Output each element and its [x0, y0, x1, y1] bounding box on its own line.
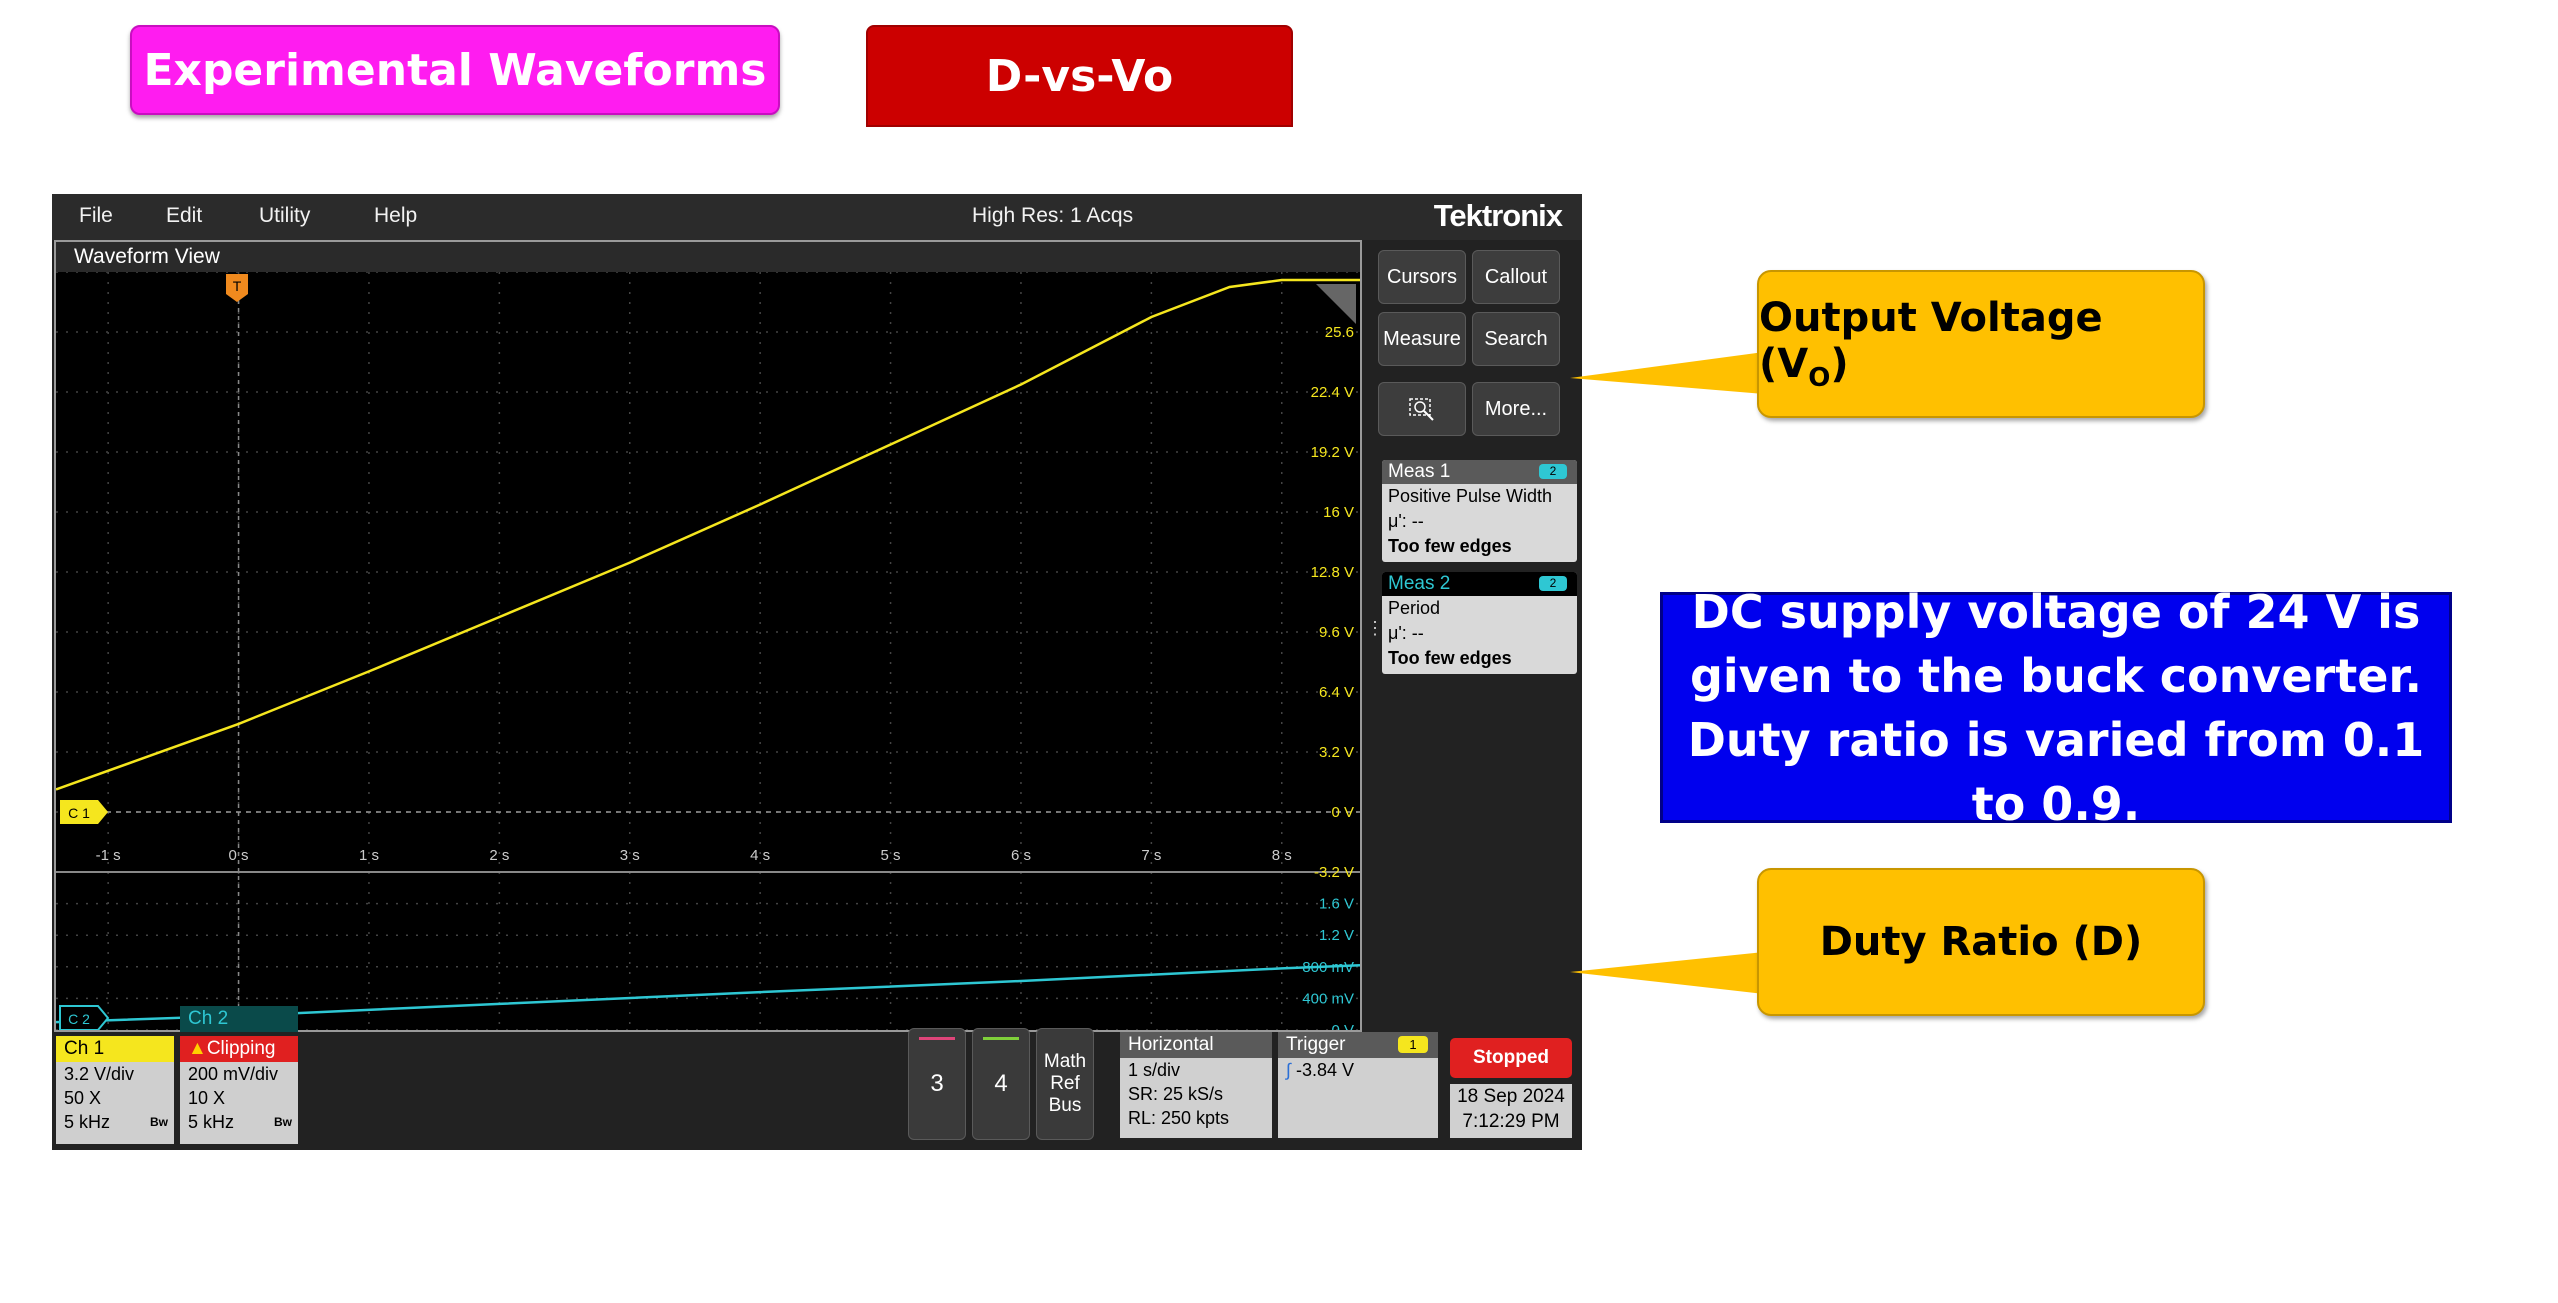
- zoom-corner-icon[interactable]: [1316, 284, 1356, 324]
- ch1-bw-limit-icon: Bw: [150, 1115, 168, 1129]
- ch2-ytick-label: 1.6 V: [1319, 896, 1354, 913]
- trigger-source-badge: 1: [1398, 1036, 1428, 1053]
- waveform-plot[interactable]: 25.6 22.4 V 19.2 V 16 V 12.8 V 9.6 V 6.4 V 3.2 …: [56, 272, 1360, 1030]
- duty-ratio-callout: Duty Ratio (D): [1757, 868, 2205, 1016]
- ch1-bandwidth: 5 kHz Bw: [64, 1112, 168, 1132]
- trigger-level: ∫ -3.84 V: [1286, 1060, 1354, 1080]
- ch2-bw-limit-icon: Bw: [274, 1115, 292, 1129]
- menu-help[interactable]: Help: [374, 204, 417, 228]
- title-banner: D-vs-Vo: [866, 25, 1293, 127]
- ch1-ytick-label: 0 V: [1331, 804, 1354, 821]
- ch2-label[interactable]: Ch 2: [180, 1006, 298, 1032]
- horizontal-scale: 1 s/div: [1128, 1060, 1181, 1080]
- ch2-probe: 10 X: [188, 1088, 226, 1108]
- ch1-ytick-label: 22.4 V: [1311, 384, 1354, 401]
- meas-2-mean: μ': --: [1388, 623, 1424, 643]
- ch1-ytick-label: 16 V: [1323, 504, 1354, 521]
- meas-2-badge[interactable]: Meas 22 Period μ': -- Too few edges: [1382, 572, 1577, 674]
- rising-edge-icon: ∫: [1286, 1060, 1291, 1080]
- experimental-waveforms-banner: Experimental Waveforms: [130, 25, 780, 115]
- record-length: RL: 250 kpts: [1128, 1108, 1230, 1128]
- supply-note: DC supply voltage of 24 V is given to th…: [1660, 585, 2452, 831]
- ch1-ytick-label: 19.2 V: [1311, 444, 1354, 461]
- ch1-ytick-label: 12.8 V: [1311, 564, 1354, 581]
- xtick-label: 0 s: [229, 847, 249, 864]
- warning-icon: ▲: [188, 1038, 207, 1059]
- meas-2-header: Meas 22: [1382, 572, 1577, 596]
- xtick-label: 5 s: [881, 847, 901, 864]
- menu-file[interactable]: File: [79, 204, 113, 228]
- graticule: [56, 272, 1360, 1030]
- ch2-ground-marker[interactable]: C 2: [59, 1005, 110, 1030]
- xtick-label: 4 s: [750, 847, 770, 864]
- trigger-badge[interactable]: Trigger 1 ∫ -3.84 V: [1278, 1032, 1438, 1138]
- ch2-clipping-warning: ▲Clipping: [180, 1036, 298, 1062]
- settings-bar: Ch 1 3.2 V/div 50 X 5 kHz Bw Ch 2 ▲Clippi…: [52, 1006, 1582, 1150]
- more-button[interactable]: More...: [1472, 382, 1560, 436]
- meas-2-status: Too few edges: [1388, 648, 1512, 668]
- oscilloscope-window: File Edit Utility Help High Res: 1 Acqs …: [52, 194, 1582, 1150]
- axis-ticks: 25.6 22.4 V 19.2 V 16 V 12.8 V 9.6 V 6.4 V 3.2 …: [96, 324, 1354, 1030]
- xtick-label: 6 s: [1011, 847, 1031, 864]
- xtick-label: 1 s: [359, 847, 379, 864]
- meas-1-badge[interactable]: Meas 12 Positive Pulse Width μ': -- Too …: [1382, 460, 1577, 562]
- ch2-scale: 200 mV/div: [188, 1064, 279, 1084]
- output-voltage-callout: Output Voltage (VO): [1757, 270, 2205, 418]
- acquisition-mode: High Res: 1 Acqs: [972, 204, 1134, 227]
- callout-button[interactable]: Callout: [1472, 250, 1560, 304]
- date-time: 18 Sep 2024 7:12:29 PM: [1450, 1084, 1572, 1138]
- xtick-label: 3 s: [620, 847, 640, 864]
- run-stop-status[interactable]: Stopped: [1450, 1038, 1572, 1078]
- ch2-ytick-label: 1.2 V: [1319, 927, 1354, 944]
- ch2-badge[interactable]: ▲Clipping 200 mV/div 10 X 5 kHz Bw: [180, 1036, 298, 1144]
- ch1-label: Ch 1: [56, 1036, 174, 1062]
- ch1-ytick-label: 25.6: [1325, 324, 1354, 341]
- ch1-trace: [56, 278, 1360, 791]
- ch2-ytick-label: 0 V: [1331, 1022, 1354, 1030]
- meas-1-mean: μ': --: [1388, 511, 1424, 531]
- ch1-scale: 3.2 V/div: [64, 1064, 135, 1084]
- ch3-button[interactable]: 3: [908, 1028, 966, 1140]
- trigger-marker[interactable]: T: [226, 274, 248, 302]
- ch1-marker-label: C 1: [68, 805, 90, 821]
- xtick-label: -1 s: [96, 847, 121, 864]
- ch2-bandwidth: 5 kHz Bw: [188, 1112, 292, 1132]
- ch1-ytick-label: -3.2 V: [1314, 864, 1354, 881]
- date: 18 Sep 2024: [1457, 1086, 1565, 1107]
- ch2-marker-label: C 2: [68, 1011, 90, 1027]
- ch1-ytick-label: 6.4 V: [1319, 684, 1354, 701]
- menu-bar: File Edit Utility Help High Res: 1 Acqs …: [52, 194, 1582, 240]
- trigger-title: Trigger 1: [1278, 1032, 1438, 1058]
- math-ref-bus-button[interactable]: Math Ref Bus: [1036, 1028, 1094, 1140]
- meas-1-status: Too few edges: [1388, 536, 1512, 556]
- ch1-ground-marker[interactable]: C 1: [60, 800, 108, 824]
- brand-logo: Tektronix: [1433, 198, 1563, 233]
- xtick-label: 7 s: [1141, 847, 1161, 864]
- sample-rate: SR: 25 kS/s: [1128, 1084, 1224, 1104]
- measure-button[interactable]: Measure: [1378, 312, 1466, 366]
- cursors-button[interactable]: Cursors: [1378, 250, 1466, 304]
- zoom-select-icon[interactable]: [1378, 382, 1466, 436]
- menu-utility[interactable]: Utility: [259, 204, 310, 228]
- ch1-probe: 50 X: [64, 1088, 102, 1108]
- horizontal-badge[interactable]: Horizontal 1 s/div SR: 25 kS/s RL: 250 k…: [1120, 1032, 1272, 1138]
- waveform-view[interactable]: Waveform View 25.6 22.4 V 19.2 V 16 V 12.8 V…: [54, 240, 1362, 1032]
- ch1-ytick-label: 9.6 V: [1319, 624, 1354, 641]
- panel-resize-handle[interactable]: ⋮: [1366, 619, 1384, 654]
- ch1-badge[interactable]: Ch 1 3.2 V/div 50 X 5 kHz Bw: [56, 1036, 174, 1144]
- horizontal-title: Horizontal: [1120, 1032, 1272, 1058]
- trigger-marker-label: T: [233, 278, 242, 294]
- meas-1-header: Meas 12: [1382, 460, 1577, 484]
- ch4-button[interactable]: 4: [972, 1028, 1030, 1140]
- meas-2-name: Period: [1388, 598, 1441, 618]
- waveform-view-title: Waveform View: [56, 242, 1360, 272]
- ch2-ytick-label: 400 mV: [1302, 990, 1354, 1007]
- meas-1-name: Positive Pulse Width: [1388, 486, 1553, 506]
- ch1-ytick-label: 3.2 V: [1319, 744, 1354, 761]
- menu-edit[interactable]: Edit: [166, 204, 202, 228]
- search-button[interactable]: Search: [1472, 312, 1560, 366]
- xtick-label: 2 s: [489, 847, 509, 864]
- xtick-label: 8 s: [1272, 847, 1292, 864]
- time: 7:12:29 PM: [1462, 1111, 1560, 1132]
